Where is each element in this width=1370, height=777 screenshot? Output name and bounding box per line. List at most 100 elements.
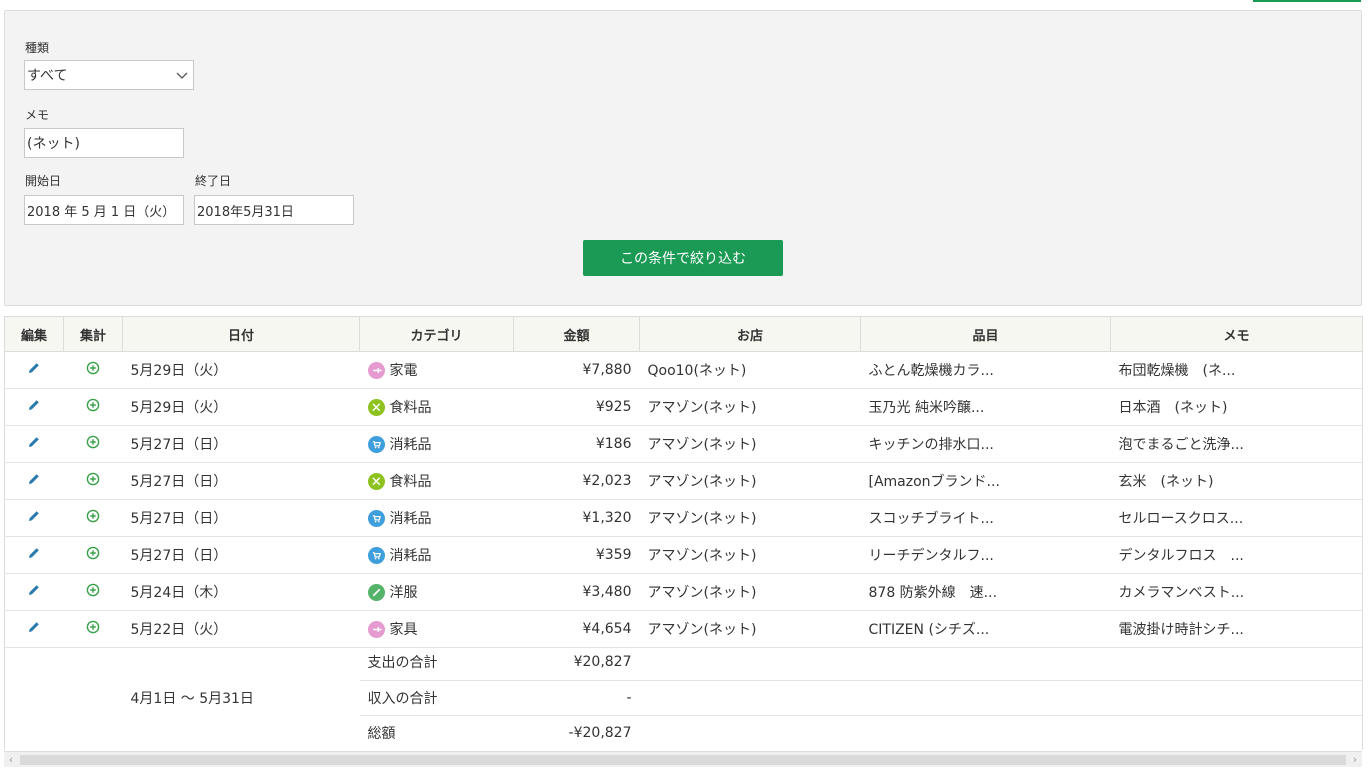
utensils-icon — [367, 398, 385, 416]
memo-input[interactable]: (ネット) — [24, 128, 184, 158]
edit-cell — [4, 610, 64, 648]
table-row: 5月27日（日） 消耗品 ¥1,320 アマゾン(ネット) スコッチブライト... セルロ… — [4, 499, 1363, 537]
edit-cell — [4, 351, 64, 389]
circle-plus-icon[interactable] — [86, 583, 100, 597]
table-row: 5月29日（火） 家電 ¥7,880 Qoo10(ネット) ふとん乾燥機カラ... 布団乾… — [4, 351, 1363, 389]
pencil-icon[interactable] — [27, 546, 41, 560]
item-cell: キッチンの排水口... — [860, 425, 1111, 463]
scroll-left-icon[interactable]: ‹ — [4, 753, 18, 767]
circle-plus-icon[interactable] — [86, 361, 100, 375]
pencil-icon[interactable] — [27, 583, 41, 597]
category-cell: 洋服 — [359, 573, 514, 611]
header-shop[interactable]: お店 — [639, 316, 861, 352]
shop-cell: アマゾン(ネット) — [639, 425, 861, 463]
memo-cell: 日本酒 (ネット) — [1110, 388, 1363, 426]
memo-input-value: (ネット) — [27, 136, 80, 152]
shop-cell: アマゾン(ネット) — [639, 610, 861, 648]
amount-cell: ¥3,480 — [513, 573, 640, 611]
header-memo[interactable]: メモ — [1110, 316, 1363, 352]
start-date-input[interactable]: 2018 年 5 月 1 日（火） — [24, 195, 184, 225]
shop-cell: アマゾン(ネット) — [639, 462, 861, 500]
pencil-icon[interactable] — [27, 509, 41, 523]
category-cell: 食料品 — [359, 388, 514, 426]
category-cell: 食料品 — [359, 462, 514, 500]
plug-icon — [367, 361, 385, 379]
header-item[interactable]: 品目 — [860, 316, 1111, 352]
hanger-icon — [367, 583, 385, 601]
category-cell: 消耗品 — [359, 425, 514, 463]
circle-plus-icon[interactable] — [86, 398, 100, 412]
plug-icon — [367, 620, 385, 638]
amount-cell: ¥4,654 — [513, 610, 640, 648]
summary-table: 4月1日 ～ 5月31日 支出の合計 ¥20,827 収入の合計 - 総額 -¥… — [4, 645, 1363, 750]
aggregate-cell — [63, 425, 123, 463]
edit-cell — [4, 573, 64, 611]
header-amount[interactable]: 金額 — [513, 316, 640, 352]
pencil-icon[interactable] — [27, 435, 41, 449]
pencil-icon[interactable] — [27, 472, 41, 486]
amount-cell: ¥925 — [513, 388, 640, 426]
amount-cell: ¥7,880 — [513, 351, 640, 389]
circle-plus-icon[interactable] — [86, 435, 100, 449]
top-accent-bar — [1253, 0, 1361, 2]
circle-plus-icon[interactable] — [86, 509, 100, 523]
utensils-icon — [367, 472, 385, 490]
item-cell: リーチデンタルフ... — [860, 536, 1111, 574]
type-select[interactable]: すべて — [24, 60, 194, 90]
memo-cell: セルロースクロス... — [1110, 499, 1363, 537]
table-row: 5月22日（火） 家具 ¥4,654 アマゾン(ネット) CITIZEN (シチズ...… — [4, 610, 1363, 648]
header-date[interactable]: 日付 — [122, 316, 360, 352]
pencil-icon[interactable] — [27, 398, 41, 412]
table-row: 5月27日（日） 食料品 ¥2,023 アマゾン(ネット) [Amazonブランド...… — [4, 462, 1363, 500]
filter-submit-button[interactable]: この条件で絞り込む — [583, 240, 783, 276]
cart-icon — [367, 546, 385, 564]
shop-cell: アマゾン(ネット) — [639, 499, 861, 537]
aggregate-cell — [63, 536, 123, 574]
circle-plus-icon[interactable] — [86, 620, 100, 634]
pencil-icon[interactable] — [27, 620, 41, 634]
date-cell: 5月27日（日） — [122, 499, 360, 537]
table-row: 5月29日（火） 食料品 ¥925 アマゾン(ネット) 玉乃光 純米吟醸... 日本酒 (… — [4, 388, 1363, 426]
category-label: 食料品 — [389, 474, 432, 490]
transactions-table: 編集 集計 日付 カテゴリ 金額 お店 品目 メモ 5月29日（火） 家電 ¥7,8… — [4, 316, 1363, 648]
item-cell: 878 防紫外線 速... — [860, 573, 1111, 611]
end-date-input[interactable]: 2018年5月31日 — [194, 195, 354, 225]
income-total-value: - — [513, 680, 640, 716]
circle-plus-icon[interactable] — [86, 472, 100, 486]
category-label: 消耗品 — [389, 511, 432, 527]
item-cell: ふとん乾燥機カラ... — [860, 351, 1111, 389]
horizontal-scrollbar[interactable]: ‹ › — [4, 751, 1362, 767]
expense-total-value: ¥20,827 — [513, 645, 640, 681]
date-cell: 5月27日（日） — [122, 462, 360, 500]
item-cell: 玉乃光 純米吟醸... — [860, 388, 1111, 426]
memo-cell: カメラマンベスト... — [1110, 573, 1363, 611]
aggregate-cell — [63, 499, 123, 537]
cart-icon — [367, 435, 385, 453]
end-date-label: 終了日 — [195, 174, 232, 188]
shop-cell: アマゾン(ネット) — [639, 388, 861, 426]
category-label: 家具 — [389, 622, 418, 638]
header-category[interactable]: カテゴリ — [359, 316, 514, 352]
type-label: 種類 — [25, 41, 50, 55]
category-label: 消耗品 — [389, 548, 432, 564]
table-row: 5月24日（木） 洋服 ¥3,480 アマゾン(ネット) 878 防紫外線 速... カメ… — [4, 573, 1363, 611]
category-label: 食料品 — [389, 400, 432, 416]
category-cell: 消耗品 — [359, 499, 514, 537]
category-label: 消耗品 — [389, 437, 432, 453]
income-total-label: 収入の合計 — [359, 680, 514, 716]
shop-cell: Qoo10(ネット) — [639, 351, 861, 389]
summary-spacer — [4, 645, 123, 750]
scroll-right-icon[interactable]: › — [1348, 753, 1362, 767]
edit-cell — [4, 388, 64, 426]
date-cell: 5月29日（火） — [122, 388, 360, 426]
type-select-value: すべて — [27, 68, 68, 84]
circle-plus-icon[interactable] — [86, 546, 100, 560]
date-cell: 5月27日（日） — [122, 536, 360, 574]
table-header-row: 編集 集計 日付 カテゴリ 金額 お店 品目 メモ — [4, 316, 1363, 352]
header-edit: 編集 — [4, 316, 64, 352]
category-label: 洋服 — [389, 585, 418, 601]
pencil-icon[interactable] — [27, 361, 41, 375]
scrollbar-thumb[interactable] — [20, 755, 1346, 765]
header-aggregate: 集計 — [63, 316, 123, 352]
edit-cell — [4, 425, 64, 463]
